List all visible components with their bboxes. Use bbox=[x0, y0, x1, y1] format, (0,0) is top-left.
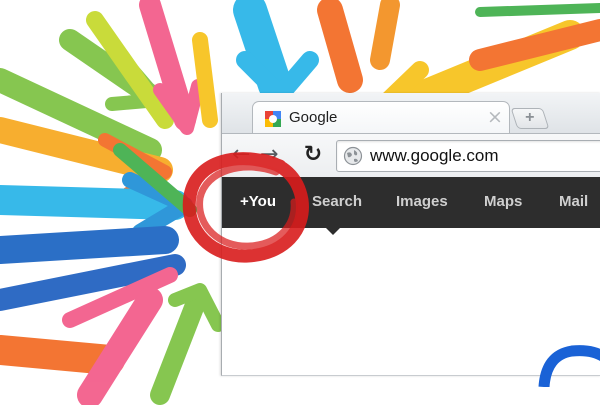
url-text: www.google.com bbox=[370, 146, 499, 165]
google-logo-fragment bbox=[538, 345, 600, 387]
nav-item-images[interactable]: Images bbox=[396, 193, 448, 210]
nav-item-plus-you[interactable]: +You bbox=[240, 193, 276, 210]
reload-icon[interactable]: ↻ bbox=[300, 142, 326, 168]
nav-item-search[interactable]: Search bbox=[312, 193, 362, 210]
browser-window: Google × + ← → ↻ www.google.com +You Sea… bbox=[221, 93, 600, 387]
plus-icon: + bbox=[525, 109, 535, 126]
tab-title: Google bbox=[289, 109, 338, 126]
nav-item-mail[interactable]: Mail bbox=[559, 193, 588, 210]
google-navigation-bar: +You Search Images Maps Mail bbox=[222, 177, 600, 228]
nav-item-maps[interactable]: Maps bbox=[484, 193, 522, 210]
address-bar[interactable]: www.google.com bbox=[336, 140, 600, 172]
forward-arrow-icon[interactable]: → bbox=[260, 144, 284, 166]
back-arrow-icon[interactable]: ← bbox=[232, 144, 256, 166]
globe-icon bbox=[343, 146, 363, 166]
new-tab-button[interactable]: + bbox=[510, 108, 550, 129]
browser-toolbar: ← → ↻ www.google.com bbox=[222, 133, 600, 179]
active-nav-pointer bbox=[326, 228, 340, 235]
google-favicon-icon bbox=[265, 111, 281, 127]
close-icon[interactable]: × bbox=[485, 107, 505, 127]
tab-google[interactable]: Google × bbox=[252, 101, 510, 134]
tab-strip: Google × + bbox=[222, 93, 600, 134]
